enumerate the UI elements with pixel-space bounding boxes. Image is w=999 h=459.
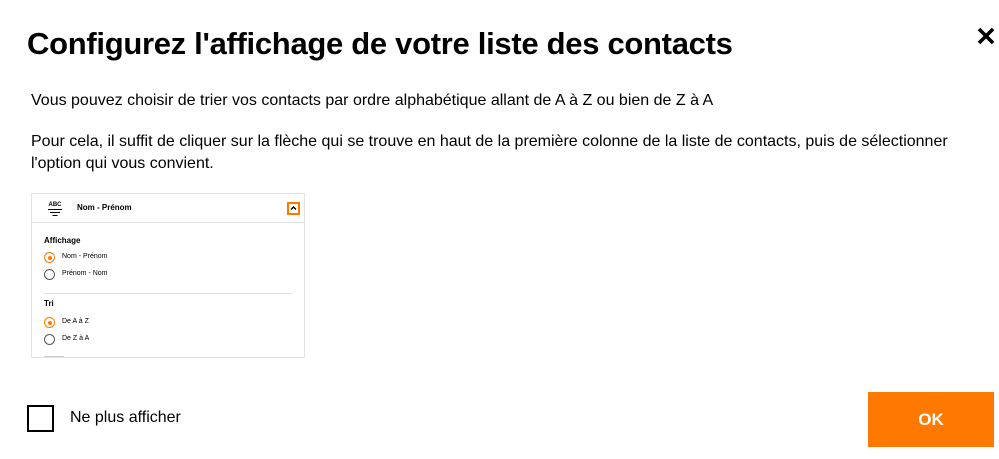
radio-label: De A à Z bbox=[62, 318, 89, 325]
illustration-affichage-label: Affichage bbox=[44, 236, 81, 245]
dialog-title: Configurez l'affichage de votre liste de… bbox=[27, 26, 733, 61]
illustration-divider bbox=[44, 293, 292, 294]
dont-show-again-label[interactable]: Ne plus afficher bbox=[70, 409, 181, 427]
sort-alpha-icon: ABC bbox=[48, 202, 63, 216]
illustration-column-header: ABC Nom - Prénom bbox=[32, 194, 304, 223]
illustration-chevron-highlight bbox=[287, 202, 300, 215]
illustration-tri-label: Tri bbox=[44, 299, 54, 308]
radio-unchecked-icon bbox=[44, 334, 55, 345]
radio-label: De Z à A bbox=[62, 335, 90, 342]
dont-show-again-checkbox[interactable] bbox=[27, 405, 54, 432]
ok-button[interactable]: OK bbox=[868, 392, 994, 447]
radio-label: Prénom - Nom bbox=[62, 270, 108, 277]
close-icon bbox=[977, 27, 995, 45]
radio-unchecked-icon bbox=[44, 269, 55, 280]
radio-checked-icon bbox=[44, 317, 55, 328]
radio-label: Nom - Prénom bbox=[62, 253, 108, 260]
intro-text: Vous pouvez choisir de trier vos contact… bbox=[31, 92, 714, 109]
close-button[interactable] bbox=[975, 25, 997, 47]
contact-list-illustration: ABC Nom - Prénom Affichage Nom - Prénom … bbox=[31, 193, 305, 358]
illustration-cut-element bbox=[44, 356, 64, 357]
svg-text:ABC: ABC bbox=[49, 202, 63, 208]
chevron-up-icon bbox=[290, 206, 297, 210]
radio-checked-icon bbox=[44, 252, 55, 263]
illustration-header-label: Nom - Prénom bbox=[77, 203, 132, 212]
instruction-text: Pour cela, il suffit de cliquer sur la f… bbox=[31, 133, 948, 172]
